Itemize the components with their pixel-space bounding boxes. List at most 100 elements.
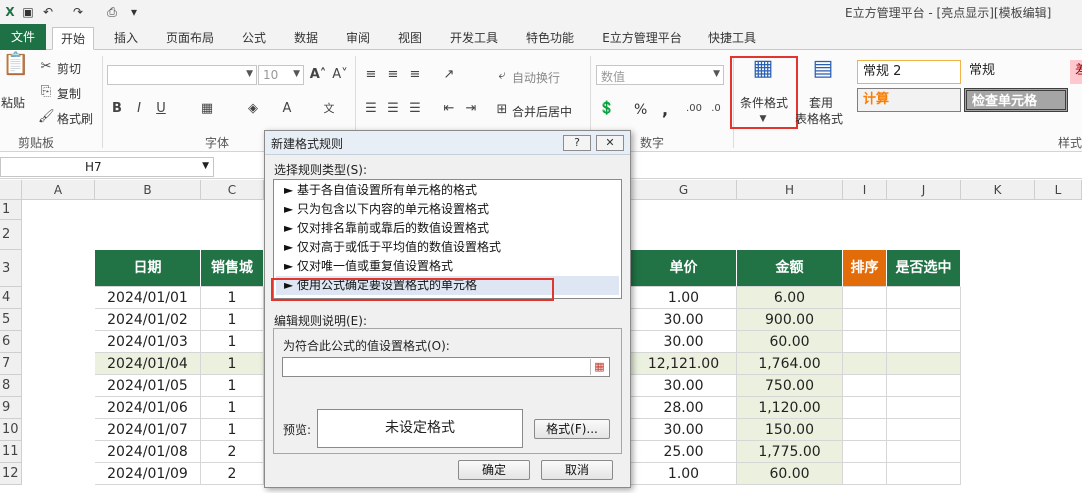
align-bottom-icon[interactable]: ≡ (406, 66, 424, 84)
comma-button[interactable]: , (662, 100, 668, 119)
price-cell[interactable]: 25.00 (631, 441, 737, 463)
customize-toolbar-icon[interactable]: ▾ (126, 4, 142, 20)
cut-icon[interactable]: ✂ (38, 58, 54, 76)
bold-icon[interactable]: B (110, 100, 124, 118)
selected-cell[interactable] (887, 331, 961, 353)
amount-cell[interactable]: 6.00 (737, 287, 843, 309)
column-header-k[interactable]: K (961, 180, 1035, 200)
amount-cell[interactable]: 60.00 (737, 463, 843, 485)
align-left-icon[interactable]: ☰ (362, 100, 380, 118)
tab-special-features[interactable]: 特色功能 (518, 27, 582, 50)
tab-review[interactable]: 审阅 (338, 27, 378, 50)
column-header-a[interactable]: A (22, 180, 95, 200)
qty-cell[interactable]: 1 (201, 353, 264, 375)
rule-type-unique-duplicate[interactable]: ► 仅对唯一值或重复值设置格式 (276, 257, 619, 276)
amount-cell[interactable]: 1,764.00 (737, 353, 843, 375)
rank-cell[interactable] (843, 375, 887, 397)
merge-center-icon[interactable]: ⊞ (494, 101, 510, 119)
row-header[interactable]: 8 (0, 375, 22, 397)
tab-data[interactable]: 数据 (286, 27, 326, 50)
amount-cell[interactable]: 1,120.00 (737, 397, 843, 419)
font-size-combo[interactable]: 10 ▼ (258, 65, 304, 85)
align-right-icon[interactable]: ☰ (406, 100, 424, 118)
fill-color-icon[interactable]: ◈ (244, 100, 262, 118)
amount-cell[interactable]: 900.00 (737, 309, 843, 331)
date-cell[interactable]: 2024/01/07 (95, 419, 201, 441)
header-cell-price[interactable]: 单价 (631, 250, 737, 287)
currency-icon[interactable]: 💲 (598, 100, 616, 118)
row-header[interactable]: 9 (0, 397, 22, 419)
price-cell[interactable]: 30.00 (631, 375, 737, 397)
row-header[interactable]: 4 (0, 287, 22, 309)
row-header[interactable]: 10 (0, 419, 22, 441)
amount-cell[interactable]: 150.00 (737, 419, 843, 441)
tab-developer[interactable]: 开发工具 (442, 27, 506, 50)
rule-type-above-below-average[interactable]: ► 仅对高于或低于平均值的数值设置格式 (276, 238, 619, 257)
tab-insert[interactable]: 插入 (106, 27, 146, 50)
row-header[interactable]: 1 (0, 200, 22, 220)
rank-cell[interactable] (843, 309, 887, 331)
selected-cell[interactable] (887, 353, 961, 375)
italic-icon[interactable]: I (132, 100, 146, 118)
row-header[interactable]: 7 (0, 353, 22, 375)
rule-type-contains[interactable]: ► 只为包含以下内容的单元格设置格式 (276, 200, 619, 219)
table-format-button-line2[interactable]: 表格格式 (795, 110, 843, 127)
tab-formulas[interactable]: 公式 (234, 27, 274, 50)
formula-input[interactable]: ▦ (282, 357, 610, 377)
cut-button[interactable]: 剪切 (57, 60, 81, 77)
column-header-i[interactable]: I (843, 180, 887, 200)
style-calculation[interactable]: 计算 (857, 88, 961, 112)
price-cell[interactable]: 30.00 (631, 419, 737, 441)
decrease-decimal-icon[interactable]: .0 (706, 100, 726, 118)
qty-cell[interactable]: 1 (201, 419, 264, 441)
row-header[interactable]: 3 (0, 250, 22, 287)
price-cell[interactable]: 12,121.00 (631, 353, 737, 375)
qty-cell[interactable]: 1 (201, 331, 264, 353)
rank-cell[interactable] (843, 353, 887, 375)
copy-button[interactable]: 复制 (57, 85, 81, 102)
selected-cell[interactable] (887, 309, 961, 331)
date-cell[interactable]: 2024/01/03 (95, 331, 201, 353)
shrink-font-icon[interactable]: A˅ (331, 66, 349, 84)
border-icon[interactable]: ▦ (198, 100, 216, 118)
paste-icon[interactable]: 📋 (2, 54, 29, 86)
align-center-icon[interactable]: ☰ (384, 100, 402, 118)
header-cell-rank[interactable]: 排序 (843, 250, 887, 287)
date-cell[interactable]: 2024/01/02 (95, 309, 201, 331)
header-cell-sales[interactable]: 销售城 (201, 250, 264, 287)
ok-button[interactable]: 确定 (458, 460, 530, 480)
rank-cell[interactable] (843, 463, 887, 485)
qty-cell[interactable]: 1 (201, 397, 264, 419)
row-header[interactable]: 5 (0, 309, 22, 331)
selected-cell[interactable] (887, 463, 961, 485)
selected-cell[interactable] (887, 419, 961, 441)
date-cell[interactable]: 2024/01/04 (95, 353, 201, 375)
header-cell-amount[interactable]: 金额 (737, 250, 843, 287)
price-cell[interactable]: 1.00 (631, 287, 737, 309)
date-cell[interactable]: 2024/01/01 (95, 287, 201, 309)
number-format-combo[interactable]: 数值 ▼ (596, 65, 724, 85)
selected-cell[interactable] (887, 397, 961, 419)
tab-quick-tools[interactable]: 快捷工具 (700, 27, 764, 50)
increase-indent-icon[interactable]: ⇥ (462, 100, 480, 118)
wrap-text-icon[interactable]: ⤶ (494, 67, 510, 85)
align-middle-icon[interactable]: ≡ (384, 66, 402, 84)
format-painter-icon[interactable]: 🖌 (38, 108, 55, 126)
name-box[interactable]: H7 ▼ (0, 157, 214, 177)
style-normal-2[interactable]: 常规 2 (857, 60, 961, 84)
close-button[interactable]: ✕ (596, 135, 624, 151)
date-cell[interactable]: 2024/01/09 (95, 463, 201, 485)
column-header-b[interactable]: B (95, 180, 201, 200)
rank-cell[interactable] (843, 441, 887, 463)
orientation-icon[interactable]: ↗ (440, 66, 458, 84)
row-header[interactable]: 11 (0, 441, 22, 463)
rank-cell[interactable] (843, 287, 887, 309)
range-select-icon[interactable]: ▦ (590, 359, 608, 375)
amount-cell[interactable]: 60.00 (737, 331, 843, 353)
price-cell[interactable]: 28.00 (631, 397, 737, 419)
decrease-indent-icon[interactable]: ⇤ (440, 100, 458, 118)
qty-cell[interactable]: 1 (201, 287, 264, 309)
selected-cell[interactable] (887, 287, 961, 309)
select-all-corner[interactable] (0, 180, 22, 200)
format-painter-button[interactable]: 格式刷 (57, 110, 93, 127)
